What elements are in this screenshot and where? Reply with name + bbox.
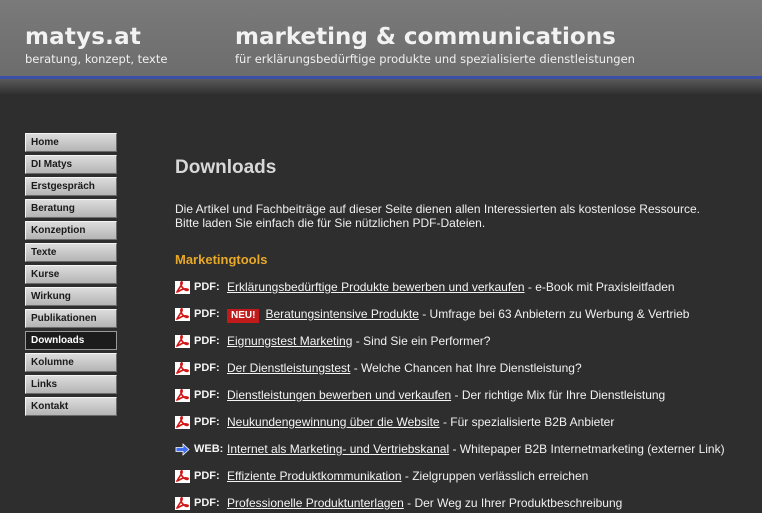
- download-link[interactable]: Effiziente Produktkommunikation: [227, 469, 402, 483]
- download-text: Dienstleistungen bewerben und verkaufen …: [227, 388, 665, 402]
- file-type-label: PDF:: [194, 281, 220, 293]
- download-row: PDF: NEU! Beratungsintensive Produkte - Um…: [175, 307, 755, 323]
- pdf-icon[interactable]: [175, 497, 190, 510]
- site-header: matys.at beratung, konzept, texte market…: [0, 0, 762, 95]
- download-description: - Welche Chancen hat Ihre Dienstleistung…: [350, 361, 582, 375]
- download-row: WEB: Internet als Marketing- und Vertrieb…: [175, 442, 755, 458]
- download-link[interactable]: Internet als Marketing- und Vertriebskan…: [227, 442, 449, 456]
- download-row: PDF: Neukundengewinnung über die Website …: [175, 415, 755, 431]
- file-type-label: PDF:: [194, 308, 220, 320]
- section-heading: Marketingtools: [175, 252, 268, 267]
- pdf-icon[interactable]: [175, 362, 190, 375]
- download-link[interactable]: Beratungsintensive Produkte: [265, 307, 418, 321]
- web-arrow-icon[interactable]: [175, 443, 190, 456]
- nav-item-kontakt[interactable]: Kontakt: [25, 397, 117, 416]
- download-description: - Whitepaper B2B Internetmarketing (exte…: [449, 442, 725, 456]
- download-row: PDF: Eignungstest Marketing - Sind Sie ei…: [175, 334, 755, 350]
- download-description: - Der richtige Mix für Ihre Dienstleistu…: [451, 388, 666, 402]
- download-description: - Zielgruppen verlässlich erreichen: [401, 469, 589, 483]
- download-link[interactable]: Der Dienstleistungstest: [227, 361, 350, 375]
- download-text: Erklärungsbedürftige Produkte bewerben u…: [227, 280, 675, 294]
- download-row: PDF: Dienstleistungen bewerben und verkau…: [175, 388, 755, 404]
- download-link[interactable]: Neukundengewinnung über die Website: [227, 415, 440, 429]
- main-content: Downloads Die Artikel und Fachbeiträge a…: [175, 157, 745, 510]
- pdf-icon[interactable]: [175, 470, 190, 483]
- download-link[interactable]: Dienstleistungen bewerben und verkaufen: [227, 388, 451, 402]
- brand-subtitle: beratung, konzept, texte: [25, 52, 168, 66]
- download-text: Effiziente Produktkommunikation - Zielgr…: [227, 469, 588, 483]
- site-tagline: marketing & communications: [235, 24, 616, 50]
- file-type-label: PDF:: [194, 335, 220, 347]
- pdf-icon[interactable]: [175, 281, 190, 294]
- pdf-icon[interactable]: [175, 416, 190, 429]
- file-type-label: WEB:: [194, 443, 224, 455]
- download-row: PDF: Erklärungsbedürftige Produkte bewerb…: [175, 280, 755, 296]
- page-title: Downloads: [175, 157, 277, 178]
- download-text: Eignungstest Marketing - Sind Sie ein Pe…: [227, 334, 490, 348]
- download-link[interactable]: Erklärungsbedürftige Produkte bewerben u…: [227, 280, 525, 294]
- download-row: PDF: Professionelle Produktunterlagen - D…: [175, 496, 755, 512]
- nav-item-beratung[interactable]: Beratung: [25, 199, 117, 218]
- file-type-label: PDF:: [194, 497, 220, 509]
- file-type-label: PDF:: [194, 470, 220, 482]
- file-type-label: PDF:: [194, 416, 220, 428]
- nav-item-publikationen[interactable]: Publikationen: [25, 309, 117, 328]
- tagline-subtitle: für erklärungsbedürftige produkte und sp…: [235, 52, 635, 66]
- intro-line: Die Artikel und Fachbeiträge auf dieser …: [175, 202, 700, 216]
- download-description: - Sind Sie ein Performer?: [352, 334, 491, 348]
- new-badge: NEU!: [227, 309, 260, 323]
- pdf-icon[interactable]: [175, 389, 190, 402]
- pdf-icon[interactable]: [175, 308, 190, 321]
- download-row: PDF: Effiziente Produktkommunikation - Zi…: [175, 469, 755, 485]
- sidebar-nav: Home DI Matys Erstgespräch Beratung Konzepti…: [25, 133, 117, 419]
- intro-line: Bitte laden Sie einfach die für Sie nütz…: [175, 216, 486, 230]
- nav-item-downloads[interactable]: Downloads: [25, 331, 117, 350]
- nav-item-konzeption[interactable]: Konzeption: [25, 221, 117, 240]
- download-text: Neukundengewinnung über die Website - Fü…: [227, 415, 614, 429]
- nav-item-links[interactable]: Links: [25, 375, 117, 394]
- nav-item-kurse[interactable]: Kurse: [25, 265, 117, 284]
- file-type-label: PDF:: [194, 389, 220, 401]
- header-shadow: [0, 79, 762, 95]
- nav-item-di-matys[interactable]: DI Matys: [25, 155, 117, 174]
- download-description: - Für spezialisierte B2B Anbieter: [439, 415, 615, 429]
- download-link[interactable]: Eignungstest Marketing: [227, 334, 352, 348]
- nav-item-home[interactable]: Home: [25, 133, 117, 152]
- pdf-icon[interactable]: [175, 335, 190, 348]
- download-row: PDF: Der Dienstleistungstest - Welche Cha…: [175, 361, 755, 377]
- nav-item-erstgespräch[interactable]: Erstgespräch: [25, 177, 117, 196]
- download-text: Internet als Marketing- und Vertriebskan…: [227, 442, 725, 456]
- nav-item-texte[interactable]: Texte: [25, 243, 117, 262]
- intro-text: Die Artikel und Fachbeiträge auf dieser …: [175, 202, 745, 230]
- download-text: Der Dienstleistungstest - Welche Chancen…: [227, 361, 582, 375]
- download-text: NEU! Beratungsintensive Produkte - Umfrag…: [227, 307, 689, 323]
- nav-item-wirkung[interactable]: Wirkung: [25, 287, 117, 306]
- nav-item-kolumne[interactable]: Kolumne: [25, 353, 117, 372]
- file-type-label: PDF:: [194, 362, 220, 374]
- download-description: - e-Book mit Praxisleitfaden: [524, 280, 675, 294]
- site-logo[interactable]: matys.at: [25, 24, 141, 50]
- download-description: - Umfrage bei 63 Anbietern zu Werbung & …: [418, 307, 690, 321]
